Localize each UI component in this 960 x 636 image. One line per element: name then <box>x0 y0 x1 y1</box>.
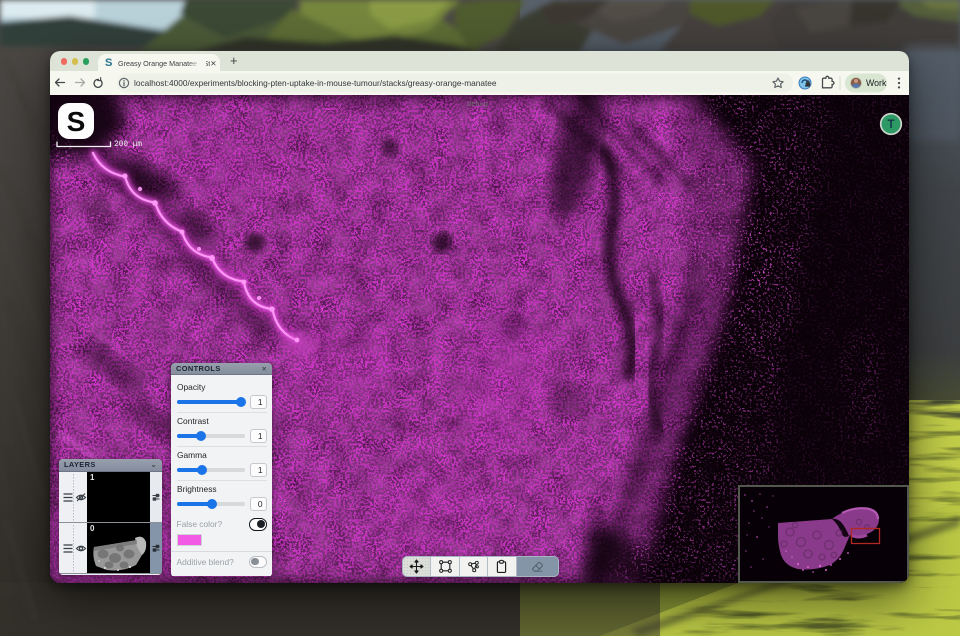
svg-text:200 μm: 200 μm <box>114 141 142 149</box>
svg-text:localhost:4000/experiments/blo: localhost:4000/experiments/blocking-pten… <box>134 78 497 88</box>
svg-text:T: T <box>887 119 894 131</box>
svg-text:debug: debug <box>467 101 488 109</box>
svg-text:S: S <box>67 106 86 137</box>
svg-text:S: S <box>105 57 112 68</box>
svg-text:Work: Work <box>866 78 887 88</box>
